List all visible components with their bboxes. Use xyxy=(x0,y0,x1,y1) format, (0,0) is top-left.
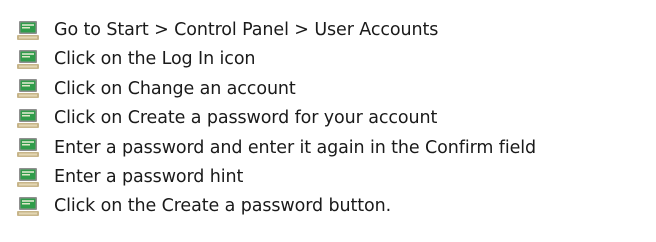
computer-monitor-icon xyxy=(17,50,39,70)
instruction-steps-list: Go to Start > Control Panel > User Accou… xyxy=(16,16,646,222)
instruction-step: Enter a password and enter it again in t… xyxy=(16,134,646,163)
instruction-step-text: Go to Start > Control Panel > User Accou… xyxy=(54,19,439,40)
instruction-step-text: Click on Change an account xyxy=(54,78,296,99)
instruction-step-text: Click on Create a password for your acco… xyxy=(54,108,438,129)
instruction-step: Click on the Create a password button. xyxy=(16,192,646,221)
instruction-step: Click on Create a password for your acco… xyxy=(16,104,646,133)
instruction-step: Click on the Log In icon xyxy=(16,45,646,74)
instruction-step: Go to Start > Control Panel > User Accou… xyxy=(16,16,646,45)
instruction-step-text: Click on the Create a password button. xyxy=(54,196,392,217)
computer-monitor-icon xyxy=(17,108,39,128)
instruction-step: Click on Change an account xyxy=(16,75,646,104)
instruction-step-text: Enter a password hint xyxy=(54,166,244,187)
computer-monitor-icon xyxy=(17,197,39,217)
computer-monitor-icon xyxy=(17,20,39,40)
instruction-step-text: Enter a password and enter it again in t… xyxy=(54,137,537,158)
instruction-step: Enter a password hint xyxy=(16,163,646,192)
computer-monitor-icon xyxy=(17,138,39,158)
instruction-step-text: Click on the Log In icon xyxy=(54,49,256,70)
computer-monitor-icon xyxy=(17,79,39,99)
computer-monitor-icon xyxy=(17,167,39,187)
